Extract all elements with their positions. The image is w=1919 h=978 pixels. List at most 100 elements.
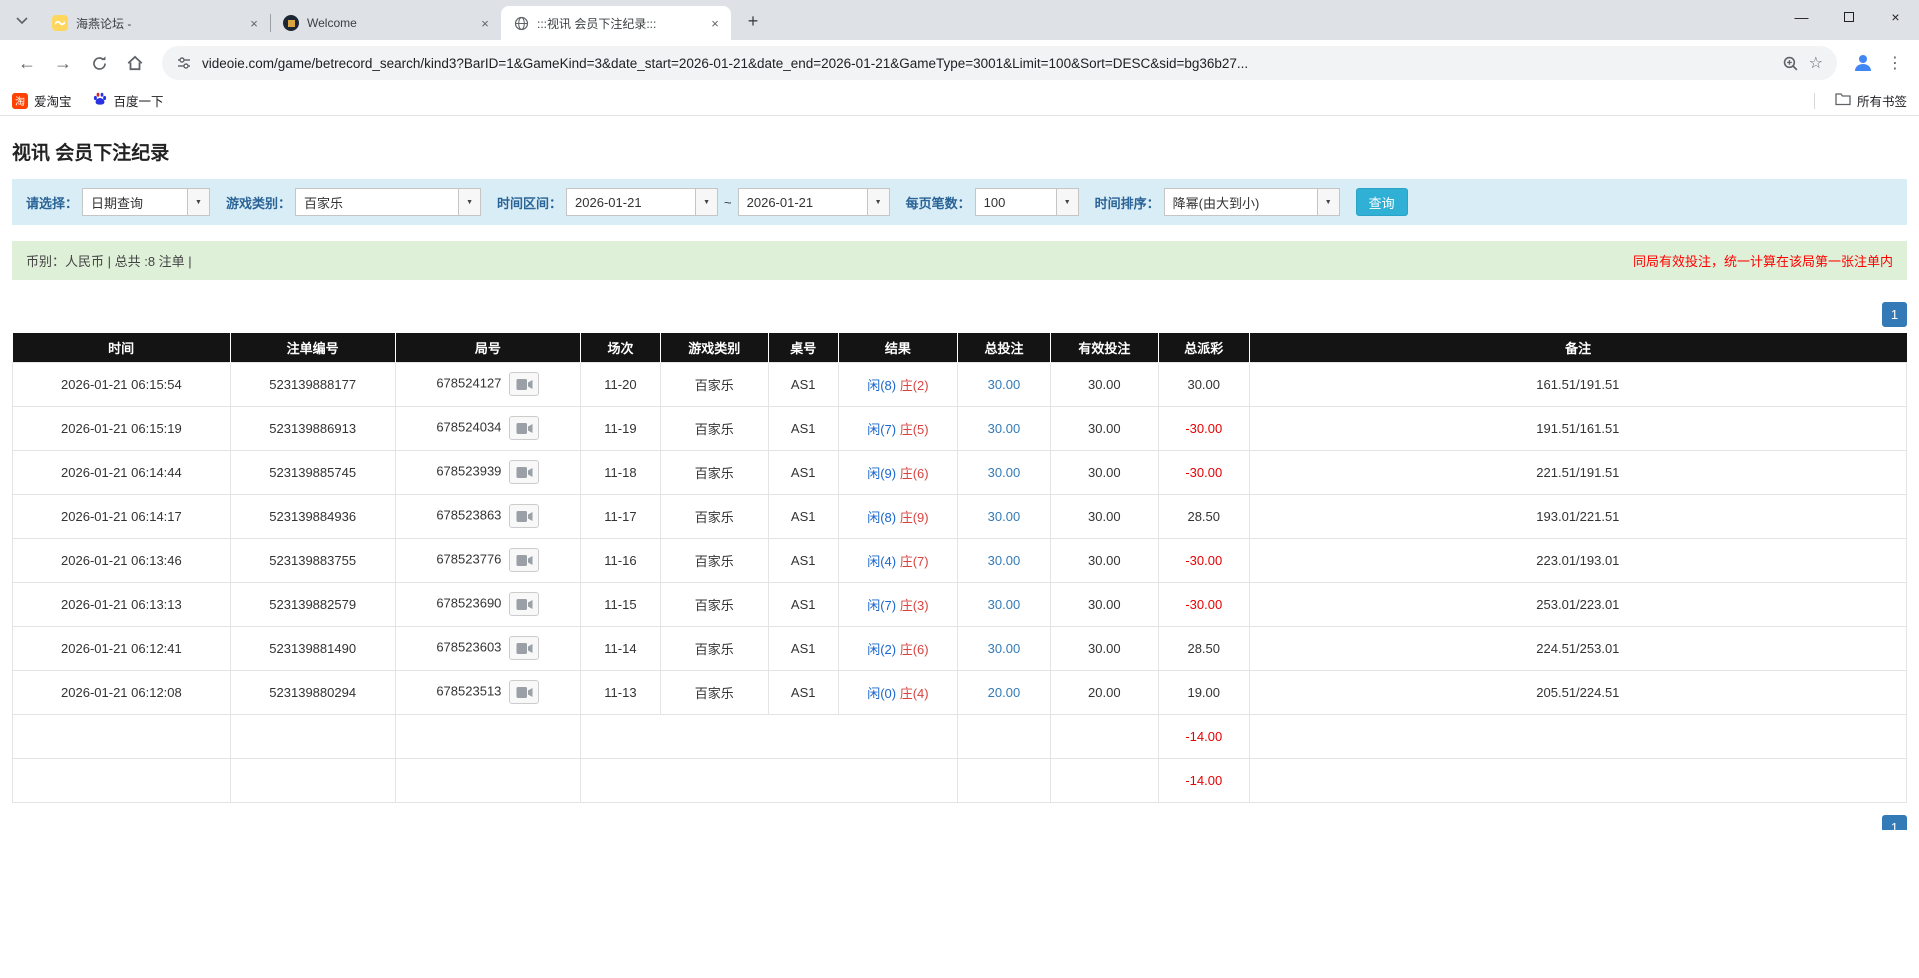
round-id-text: 678524034	[436, 419, 501, 434]
search-button[interactable]: 查询	[1356, 188, 1408, 216]
cell-result: 闲(9) 庄(6)	[838, 450, 957, 494]
cell-total-bet[interactable]: 20.00	[958, 670, 1051, 714]
round-id-text: 678524127	[436, 375, 501, 390]
sort-order-value: 降幂(由大到小)	[1165, 189, 1317, 215]
cell-total-bet[interactable]: 30.00	[958, 362, 1051, 406]
total-empty	[395, 758, 581, 802]
browser-toolbar: ← → videoie.com/game/betrecord_search/ki…	[0, 40, 1919, 86]
all-bookmarks-button[interactable]: 所有书签	[1835, 91, 1907, 110]
back-button[interactable]: ←	[10, 46, 44, 80]
video-replay-icon[interactable]	[509, 592, 539, 616]
cell-game-type: 百家乐	[660, 494, 768, 538]
close-window-button[interactable]: ×	[1872, 0, 1919, 34]
cell-note: 224.51/253.01	[1249, 626, 1906, 670]
cell-valid-bet: 30.00	[1050, 494, 1158, 538]
bookmarks-divider	[1814, 93, 1815, 109]
tab-welcome[interactable]: Welcome ×	[271, 6, 501, 40]
chevron-down-icon[interactable]: ▼	[695, 189, 717, 215]
notice-text: 同局有效投注，统一计算在该局第一张注单内	[1633, 251, 1893, 270]
bookmark-star-icon[interactable]: ☆	[1809, 53, 1823, 73]
cell-table-no: AS1	[768, 670, 838, 714]
total-row: 总计 8 230.00 230.00 -14.00	[13, 758, 1907, 802]
chevron-down-icon[interactable]: ▼	[1056, 189, 1078, 215]
video-replay-icon[interactable]	[509, 460, 539, 484]
refresh-button[interactable]	[82, 46, 116, 80]
cell-round-id: 678523603	[395, 626, 581, 670]
cell-bet-id: 523139884936	[230, 494, 395, 538]
per-page-dropdown[interactable]: 100 ▼	[975, 188, 1079, 216]
video-replay-icon[interactable]	[509, 504, 539, 528]
cell-game-type: 百家乐	[660, 670, 768, 714]
cell-total-bet[interactable]: 30.00	[958, 626, 1051, 670]
cell-total-bet[interactable]: 30.00	[958, 538, 1051, 582]
url-text: videoie.com/game/betrecord_search/kind3?…	[202, 56, 1772, 71]
site-info-icon[interactable]	[176, 55, 192, 71]
cell-valid-bet: 30.00	[1050, 538, 1158, 582]
browser-menu-icon[interactable]: ⋮	[1881, 47, 1909, 79]
cell-payout: -30.00	[1158, 582, 1249, 626]
total-total-bet: 230.00	[958, 758, 1051, 802]
video-replay-icon[interactable]	[509, 416, 539, 440]
forward-button[interactable]: →	[46, 46, 80, 80]
cell-session: 11-17	[581, 494, 661, 538]
home-button[interactable]	[118, 46, 152, 80]
cell-total-bet[interactable]: 30.00	[958, 494, 1051, 538]
total-empty	[581, 758, 958, 802]
tab-haiyan-forum[interactable]: 海燕论坛 - ×	[40, 6, 270, 40]
sort-order-dropdown[interactable]: 降幂(由大到小) ▼	[1164, 188, 1340, 216]
bet-records-table: 时间 注单编号 局号 场次 游戏类别 桌号 结果 总投注 有效投注 总派彩 备注…	[12, 333, 1907, 803]
video-replay-icon[interactable]	[509, 636, 539, 660]
close-tab-icon[interactable]: ×	[707, 15, 723, 31]
profile-button[interactable]	[1847, 47, 1879, 79]
cell-payout: 28.50	[1158, 626, 1249, 670]
date-end-value: 2026-01-21	[739, 189, 867, 215]
header-table-no: 桌号	[768, 333, 838, 362]
cell-total-bet[interactable]: 30.00	[958, 406, 1051, 450]
cell-result: 闲(8) 庄(2)	[838, 362, 957, 406]
all-bookmarks-label: 所有书签	[1857, 91, 1907, 110]
cell-total-bet[interactable]: 30.00	[958, 450, 1051, 494]
bookmark-taobao[interactable]: 淘 爱淘宝	[12, 91, 72, 110]
result-player: 闲(7)	[867, 422, 896, 437]
address-bar[interactable]: videoie.com/game/betrecord_search/kind3?…	[162, 46, 1837, 80]
header-valid-bet: 有效投注	[1050, 333, 1158, 362]
new-tab-button[interactable]: +	[739, 7, 767, 35]
date-start-input[interactable]: 2026-01-21 ▼	[566, 188, 718, 216]
video-replay-icon[interactable]	[509, 372, 539, 396]
window-controls: — ×	[1778, 0, 1919, 34]
maximize-button[interactable]	[1825, 0, 1872, 34]
minimize-button[interactable]: —	[1778, 0, 1825, 34]
header-result: 结果	[838, 333, 957, 362]
result-player: 闲(8)	[867, 378, 896, 393]
cell-time: 2026-01-21 06:15:19	[13, 406, 231, 450]
query-type-dropdown[interactable]: 日期查询 ▼	[82, 188, 210, 216]
chevron-down-icon[interactable]: ▼	[1317, 189, 1339, 215]
bookmark-baidu[interactable]: 百度一下	[92, 91, 164, 110]
chevron-down-icon[interactable]: ▼	[187, 189, 209, 215]
chevron-down-icon[interactable]: ▼	[458, 189, 480, 215]
video-replay-icon[interactable]	[509, 680, 539, 704]
cell-total-bet[interactable]: 30.00	[958, 582, 1051, 626]
page-number-button[interactable]: 1	[1882, 302, 1907, 327]
browser-tab-bar: 海燕论坛 - × Welcome × :::视讯 会员下注纪录::: × + —…	[0, 0, 1919, 40]
zoom-icon[interactable]	[1782, 55, 1799, 72]
cell-table-no: AS1	[768, 450, 838, 494]
header-round-id: 局号	[395, 333, 581, 362]
tab-betrecord[interactable]: :::视讯 会员下注纪录::: ×	[501, 6, 731, 40]
cell-table-no: AS1	[768, 582, 838, 626]
game-type-dropdown[interactable]: 百家乐 ▼	[295, 188, 481, 216]
cell-round-id: 678523863	[395, 494, 581, 538]
header-session: 场次	[581, 333, 661, 362]
close-tab-icon[interactable]: ×	[477, 15, 493, 31]
cell-result: 闲(8) 庄(9)	[838, 494, 957, 538]
date-end-input[interactable]: 2026-01-21 ▼	[738, 188, 890, 216]
video-replay-icon[interactable]	[509, 548, 539, 572]
cell-valid-bet: 20.00	[1050, 670, 1158, 714]
chevron-down-icon[interactable]: ▼	[867, 189, 889, 215]
close-tab-icon[interactable]: ×	[246, 15, 262, 31]
tab-search-button[interactable]	[8, 7, 36, 35]
cell-bet-id: 523139881490	[230, 626, 395, 670]
cell-session: 11-20	[581, 362, 661, 406]
page-number-button[interactable]: 1	[1882, 815, 1907, 830]
cell-session: 11-19	[581, 406, 661, 450]
